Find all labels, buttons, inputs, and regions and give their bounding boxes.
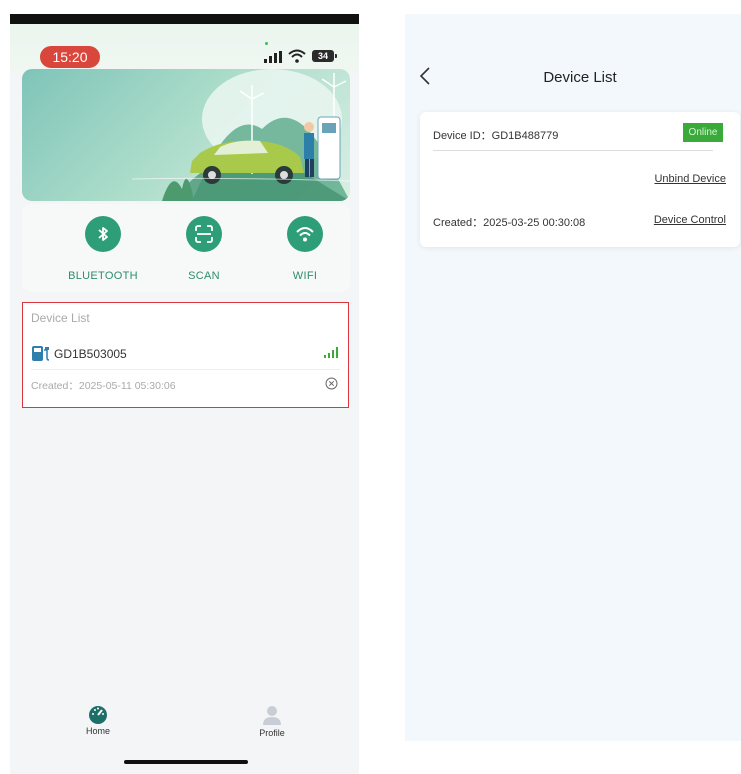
device-list-title: Device List <box>31 311 90 325</box>
wifi-status-icon <box>288 49 306 63</box>
status-bar: 15:20 34 <box>10 24 359 74</box>
right-phone-screen: Device List Device ID：GD1B488779 Online … <box>405 14 741 741</box>
quick-actions-card: BLUETOOTH SCAN WIFI <box>22 204 350 292</box>
tab-profile-label: Profile <box>259 728 285 738</box>
signal-strength-icon <box>324 347 338 358</box>
scan-action-button[interactable]: SCAN <box>164 216 244 282</box>
device-created-time: Created：2025-03-25 00:30:08 <box>433 217 586 229</box>
left-phone-screen: 15:20 34 BLUETOOTH SCAN WIFI Device List… <box>10 14 359 774</box>
device-control-link[interactable]: Device Control <box>654 214 726 226</box>
cellular-signal-icon <box>264 51 282 63</box>
battery-indicator: 34 <box>312 50 337 62</box>
bluetooth-label: BLUETOOTH <box>68 270 138 282</box>
wifi-label: WIFI <box>292 270 318 282</box>
wifi-action-button[interactable]: WIFI <box>265 216 345 282</box>
device-list-divider <box>31 369 340 370</box>
card-divider <box>433 150 713 151</box>
device-created-time: Created：2025-05-11 05:30:06 <box>31 380 176 392</box>
speedometer-icon <box>89 706 107 724</box>
remove-device-icon[interactable] <box>325 377 338 390</box>
tab-home-label: Home <box>85 726 110 736</box>
charger-device-icon <box>32 346 50 361</box>
unbind-device-link[interactable]: Unbind Device <box>654 173 726 185</box>
bluetooth-action-button[interactable]: BLUETOOTH <box>63 216 143 282</box>
tab-home[interactable]: Home <box>68 704 128 736</box>
online-status-badge: Online <box>683 123 723 142</box>
top-bezel <box>10 14 359 24</box>
device-id-text: Device ID：GD1B488779 <box>433 130 559 142</box>
scan-label: SCAN <box>188 270 220 282</box>
device-list-item-name[interactable]: GD1B503005 <box>54 347 127 361</box>
ev-charging-banner <box>22 69 350 201</box>
home-indicator[interactable] <box>124 760 248 764</box>
page-title: Device List <box>543 69 617 86</box>
bluetooth-icon <box>98 227 108 241</box>
device-card: Device ID：GD1B488779 Online Unbind Devic… <box>420 112 740 247</box>
profile-icon <box>263 706 281 725</box>
tab-profile[interactable]: Profile <box>242 704 302 738</box>
wifi-icon <box>296 227 314 242</box>
device-list-section: Device List GD1B503005 Created：2025-05-1… <box>22 302 349 408</box>
scan-icon <box>195 225 213 243</box>
privacy-indicator-dot <box>265 42 268 45</box>
banner-illustration <box>131 69 350 201</box>
status-time: 15:20 <box>40 46 100 68</box>
